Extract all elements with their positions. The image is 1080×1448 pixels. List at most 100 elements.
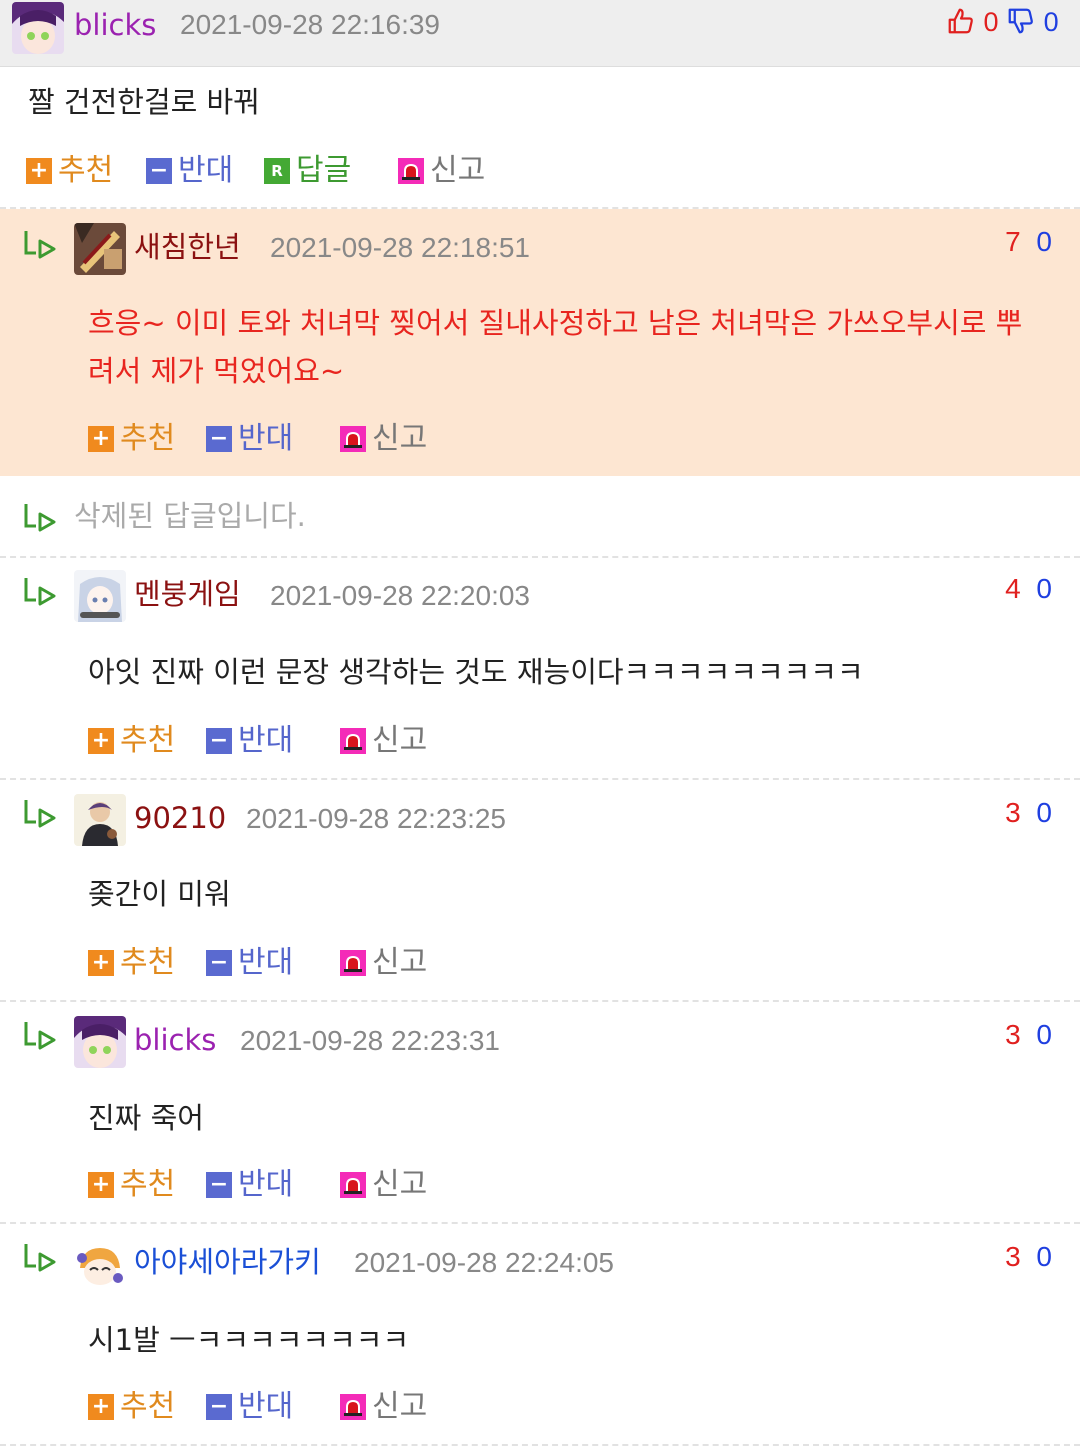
oppose-button[interactable]: − 반대 [206,721,293,761]
reply-arrow-icon [24,231,56,259]
recommend-label: 추천 [120,945,176,980]
oppose-label: 반대 [238,723,294,758]
comment-actions: + 추천 − 반대 신고 [88,721,448,761]
report-label: 신고 [372,723,428,758]
oppose-label: 반대 [238,945,294,980]
minus-icon: − [206,728,232,754]
comment-date: 2021-09-28 22:20:03 [270,580,530,611]
report-button[interactable]: 신고 [340,1387,427,1427]
oppose-button[interactable]: − 반대 [206,943,293,983]
plus-icon: + [88,728,114,754]
commenter-avatar[interactable] [74,794,126,846]
comment-score: 3 0 [1005,1240,1056,1274]
recommend-label: 추천 [120,723,176,758]
commenter-name[interactable]: 90210 [134,800,226,836]
reply-arrow-icon [24,1022,56,1050]
down-count: 0 [1036,1019,1056,1050]
recommend-button[interactable]: + 추천 [88,1165,175,1205]
recommend-label: 추천 [58,153,114,188]
commenter-name[interactable]: blicks [134,1022,216,1058]
comment-date: 2021-09-28 22:23:25 [246,803,506,834]
minus-icon: − [146,158,172,184]
recommend-label: 추천 [120,421,176,456]
up-count: 3 [1005,1241,1025,1272]
post-header: blicks 2021-09-28 22:16:39 0 0 [0,0,1080,67]
comment-score: 7 0 [1005,225,1056,259]
comment-body: 좆간이 미워 [88,877,231,911]
plus-icon: + [88,426,114,452]
commenter-name[interactable]: 새침한년 [134,229,241,265]
plus-icon: + [26,158,52,184]
author-avatar[interactable] [12,2,64,54]
plus-icon: + [88,1394,114,1420]
thumbs-up-icon[interactable] [946,7,984,37]
siren-icon [340,426,366,452]
commenter-avatar[interactable] [74,223,126,275]
post-like-count: 0 [983,7,999,37]
deleted-comment: 삭제된 답글입니다. [0,476,1080,558]
reply-button[interactable]: R 답글 [264,151,351,191]
post-author[interactable]: blicks [74,7,156,43]
oppose-button[interactable]: − 반대 [146,151,233,191]
recommend-button[interactable]: + 추천 [88,943,175,983]
report-button[interactable]: 신고 [340,1165,427,1205]
comment-actions: + 추천 − 반대 신고 [88,419,448,459]
report-button[interactable]: 신고 [340,419,427,459]
report-label: 신고 [372,421,428,456]
recommend-button[interactable]: + 추천 [88,721,175,761]
oppose-button[interactable]: − 반대 [206,419,293,459]
comment-actions: + 추천 − 반대 신고 [88,1165,448,1205]
oppose-label: 반대 [238,1389,294,1424]
recommend-button[interactable]: + 추천 [88,419,175,459]
commenter-name[interactable]: 멘붕게임 [134,576,241,612]
minus-icon: − [206,950,232,976]
siren-icon [340,728,366,754]
recommend-label: 추천 [120,1167,176,1202]
recommend-button[interactable]: + 추천 [26,151,113,191]
down-count: 0 [1036,797,1056,828]
report-label: 신고 [372,945,428,980]
commenter-avatar[interactable] [74,570,126,622]
report-label: 신고 [372,1389,428,1424]
report-button[interactable]: 신고 [340,943,427,983]
report-label: 신고 [430,153,486,188]
reply-arrow-icon [24,1244,56,1272]
siren-icon [398,158,424,184]
commenter-name[interactable]: 아야세아라가키 [134,1244,321,1280]
comment-item: blicks 2021-09-28 22:23:31 3 0 진짜 죽어 + 추천… [0,1002,1080,1224]
reply-arrow-icon [24,800,56,828]
comment-date: 2021-09-28 22:23:31 [240,1025,500,1056]
commenter-avatar[interactable] [74,1016,126,1068]
plus-icon: + [88,950,114,976]
plus-icon: + [88,1172,114,1198]
oppose-button[interactable]: − 반대 [206,1165,293,1205]
report-button[interactable]: 신고 [398,151,485,191]
comment-item: 새침한년 2021-09-28 22:18:51 7 0 흐응~ 이미 토와 처… [0,209,1080,476]
oppose-button[interactable]: − 반대 [206,1387,293,1427]
post-dislike-count: 0 [1043,7,1059,37]
down-count: 0 [1036,1241,1056,1272]
post-votes: 0 0 [946,6,1059,37]
comment-body: 흐응~ 이미 토와 처녀막 찢어서 질내사정하고 남은 처녀막은 가쓰오부시로 … [88,299,1058,395]
reply-r-icon: R [264,158,290,184]
up-count: 3 [1005,797,1025,828]
oppose-label: 반대 [178,153,234,188]
report-button[interactable]: 신고 [340,721,427,761]
oppose-label: 반대 [238,1167,294,1202]
comment-body: 아잇 진짜 이런 문장 생각하는 것도 재능이다ㅋㅋㅋㅋㅋㅋㅋㅋㅋ [88,655,864,689]
recommend-label: 추천 [120,1389,176,1424]
oppose-label: 반대 [238,421,294,456]
recommend-button[interactable]: + 추천 [88,1387,175,1427]
comment-score: 3 0 [1005,1018,1056,1052]
comment-item: 90210 2021-09-28 22:23:25 3 0 좆간이 미워 + 추천… [0,780,1080,1002]
comment-date: 2021-09-28 22:24:05 [354,1247,614,1278]
siren-icon [340,1394,366,1420]
minus-icon: − [206,1394,232,1420]
siren-icon [340,950,366,976]
comment-body: 진짜 죽어 [88,1101,204,1135]
commenter-avatar[interactable] [74,1238,126,1290]
reply-label: 답글 [296,153,352,188]
thumbs-down-icon[interactable] [1006,7,1044,37]
post-body: 짤 건전한걸로 바꿔 [28,85,260,119]
comment-actions: + 추천 − 반대 신고 [88,943,448,983]
